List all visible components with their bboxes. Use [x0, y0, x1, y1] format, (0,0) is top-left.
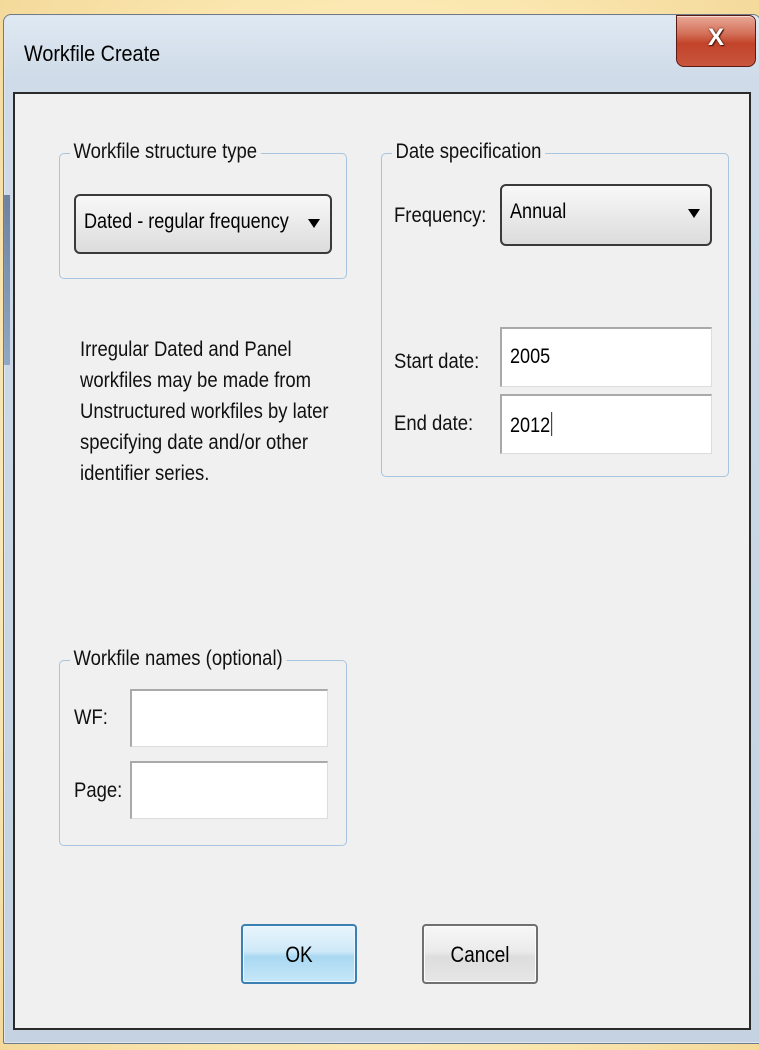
- wf-name-input[interactable]: [130, 689, 328, 747]
- chevron-down-icon: [308, 219, 320, 228]
- start-date-label: Start date:: [394, 350, 480, 373]
- window-edge-strip: [4, 195, 10, 365]
- wf-label: WF:: [74, 706, 108, 729]
- cancel-button-label: Cancel: [450, 942, 510, 967]
- start-date-input[interactable]: 2005: [500, 327, 712, 387]
- dialog-title: Workfile Create: [24, 41, 161, 66]
- text-cursor: [551, 412, 552, 436]
- end-date-field-content: 2012: [510, 412, 552, 438]
- end-date-value: 2012: [510, 414, 551, 437]
- workfile-create-dialog: Workfile Create X Workfile structure typ…: [3, 14, 759, 1044]
- page-label: Page:: [74, 779, 123, 802]
- structure-type-select[interactable]: Dated - regular frequency: [74, 194, 332, 254]
- end-date-label: End date:: [394, 412, 474, 435]
- structure-type-group: Workfile structure type Dated - regular …: [59, 140, 347, 279]
- end-date-input[interactable]: 2012: [500, 394, 712, 454]
- frequency-value: Annual: [510, 200, 567, 223]
- cancel-button[interactable]: Cancel: [422, 924, 538, 984]
- chevron-down-icon: [688, 209, 700, 218]
- structure-type-group-label: Workfile structure type: [70, 140, 261, 164]
- structure-note-text: Irregular Dated and Panel workfiles may …: [80, 338, 329, 485]
- workfile-names-group-label: Workfile names (optional): [70, 647, 287, 671]
- date-specification-group-label: Date specification: [392, 140, 545, 164]
- frequency-select[interactable]: Annual: [500, 184, 712, 246]
- close-button[interactable]: X: [676, 15, 756, 67]
- dialog-client-area: Workfile structure type Dated - regular …: [13, 92, 751, 1030]
- ok-button[interactable]: OK: [241, 924, 357, 984]
- ok-button-label: OK: [285, 942, 313, 967]
- date-specification-group: Date specification Frequency: Annual Sta…: [381, 140, 729, 477]
- page-name-input[interactable]: [130, 761, 328, 819]
- structure-type-value: Dated - regular frequency: [84, 210, 289, 233]
- title-bar[interactable]: Workfile Create X: [4, 15, 759, 91]
- workfile-names-group: Workfile names (optional) WF: Page:: [59, 647, 347, 846]
- close-icon: X: [707, 24, 724, 51]
- frequency-label: Frequency:: [394, 204, 487, 227]
- start-date-value: 2005: [510, 345, 551, 368]
